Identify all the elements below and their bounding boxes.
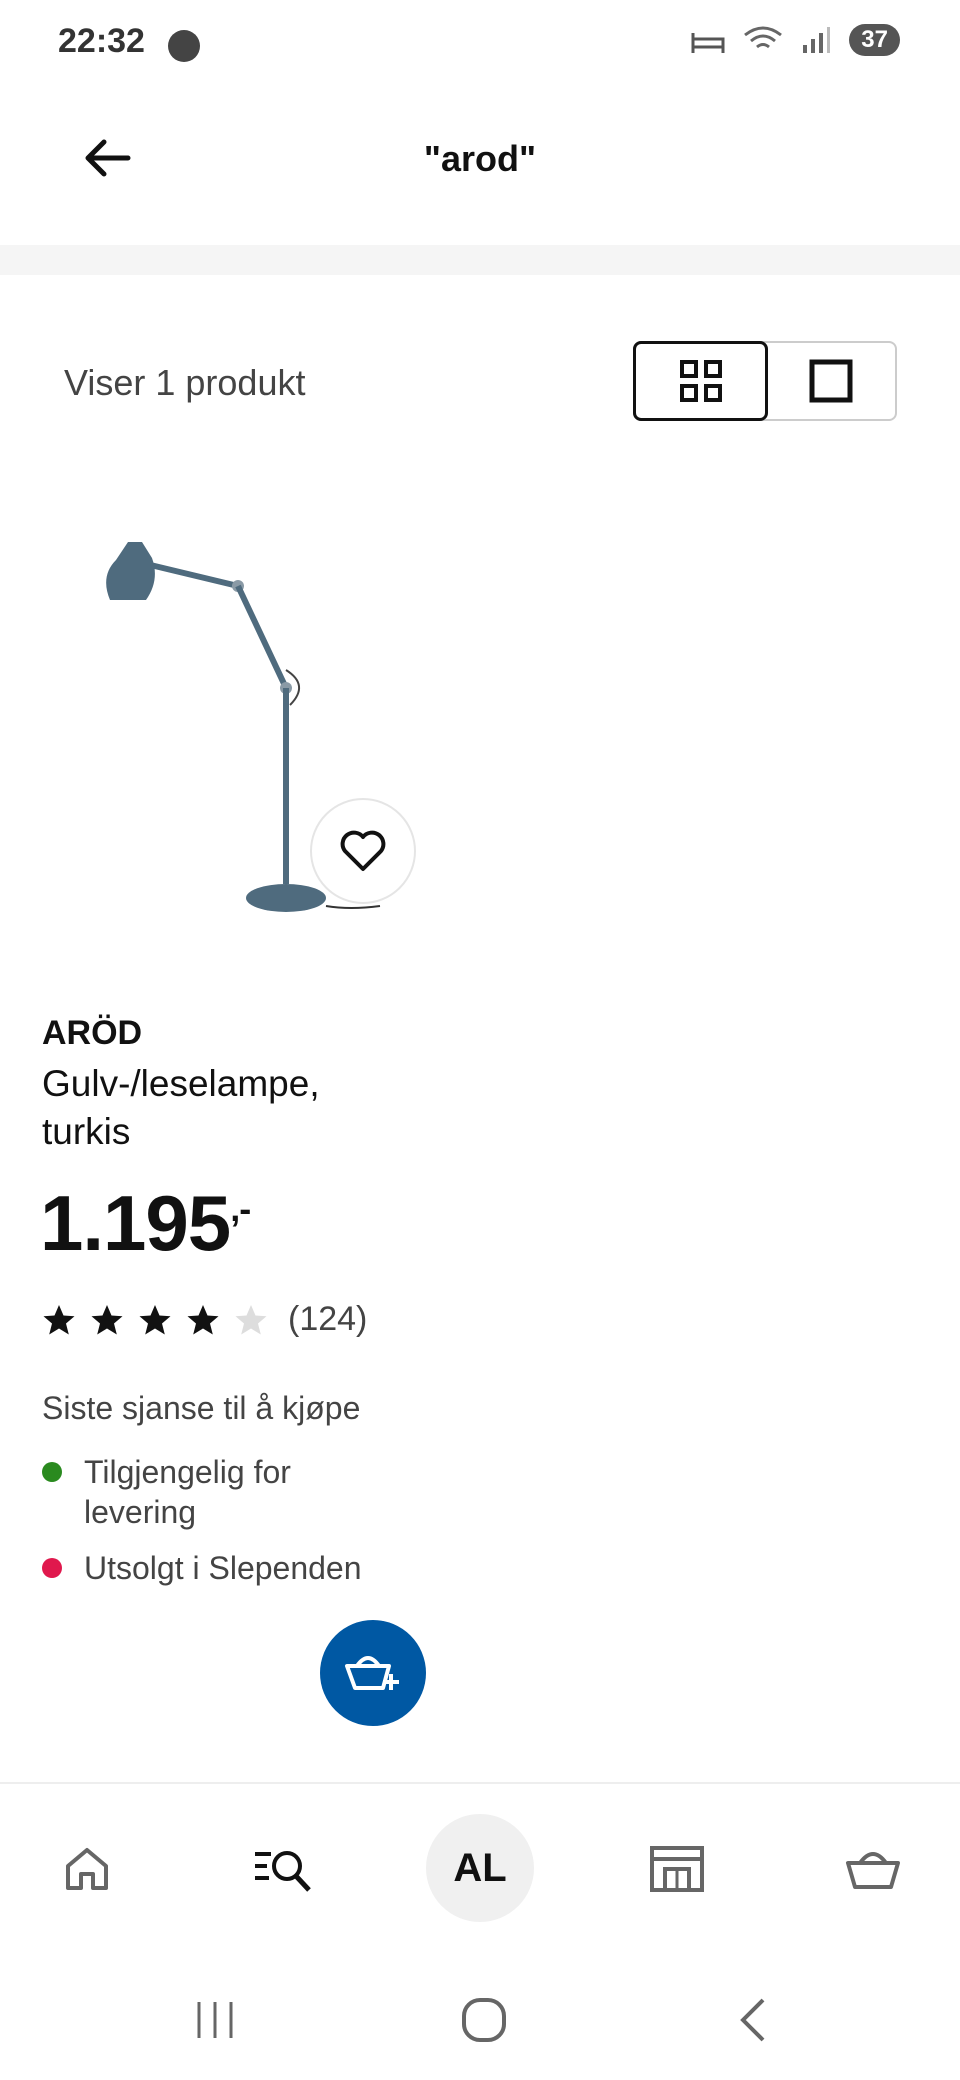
result-count: Viser 1 produkt	[64, 362, 306, 403]
availability-dot-green	[42, 1462, 62, 1482]
heart-icon	[340, 830, 386, 871]
recent-apps-icon	[197, 2002, 233, 2038]
status-icons: 37	[691, 24, 900, 56]
nav-profile-avatar[interactable]: AL	[426, 1814, 534, 1922]
star-rating	[42, 1303, 268, 1337]
rating[interactable]: (124)	[42, 1300, 367, 1339]
product-name[interactable]: ARÖD	[42, 1014, 142, 1053]
home-system-button[interactable]	[449, 1990, 519, 2050]
favorite-button[interactable]	[310, 798, 416, 904]
search-list-icon	[255, 1851, 311, 1892]
star-empty-icon	[235, 1304, 267, 1334]
sleep-mode-icon	[691, 33, 725, 53]
nav-cart[interactable]	[828, 1824, 918, 1914]
availability-dot-red	[42, 1558, 62, 1578]
availability-store: Utsolgt i Slependen	[42, 1548, 402, 1588]
status-time: 22:32	[58, 22, 145, 60]
last-chance-label: Siste sjanse til å kjøpe	[42, 1390, 361, 1426]
star-filled-icon	[187, 1304, 219, 1334]
price-value: 1.195	[40, 1179, 231, 1267]
recent-apps-button[interactable]	[180, 1990, 250, 2050]
page-title: "arod"	[423, 138, 537, 179]
square-icon	[809, 359, 852, 403]
view-toggle	[633, 341, 897, 421]
grid-icon	[679, 360, 722, 402]
messenger-icon	[168, 30, 200, 62]
basket-icon	[846, 1852, 900, 1889]
signal-icon	[803, 27, 831, 53]
store-icon	[650, 1846, 704, 1892]
price-suffix: ,-	[230, 1188, 251, 1229]
chevron-left-icon	[740, 1998, 765, 2042]
review-count: (124)	[288, 1300, 368, 1338]
nav-home[interactable]	[42, 1824, 132, 1914]
add-to-cart-button[interactable]	[320, 1620, 426, 1726]
bottom-nav: AL	[0, 1782, 960, 1952]
nav-search[interactable]	[238, 1824, 328, 1914]
battery-indicator: 37	[849, 24, 900, 56]
home-icon	[66, 1848, 108, 1890]
availability-store-text: Utsolgt i Slependen	[84, 1550, 362, 1586]
star-filled-icon	[139, 1304, 171, 1334]
system-nav	[0, 1960, 960, 2080]
wifi-icon	[744, 26, 783, 49]
divider	[0, 245, 960, 275]
basket-plus-icon	[345, 1656, 399, 1690]
availability-delivery-text: Tilgjengelig for levering	[84, 1454, 291, 1530]
product-description[interactable]: Gulv-/leselampe, turkis	[42, 1060, 382, 1156]
grid-view-button[interactable]	[633, 341, 768, 421]
product-price: 1.195,-	[40, 1178, 251, 1269]
nav-stores[interactable]	[632, 1824, 722, 1914]
star-filled-icon	[43, 1304, 75, 1334]
back-system-button[interactable]	[718, 1990, 788, 2050]
header: "arod"	[0, 90, 960, 245]
availability-delivery: Tilgjengelig for levering	[42, 1452, 402, 1532]
home-circle-icon	[462, 1998, 506, 2042]
single-view-button[interactable]	[766, 343, 895, 419]
star-filled-icon	[91, 1304, 123, 1334]
status-bar: 22:32 37	[0, 0, 960, 90]
